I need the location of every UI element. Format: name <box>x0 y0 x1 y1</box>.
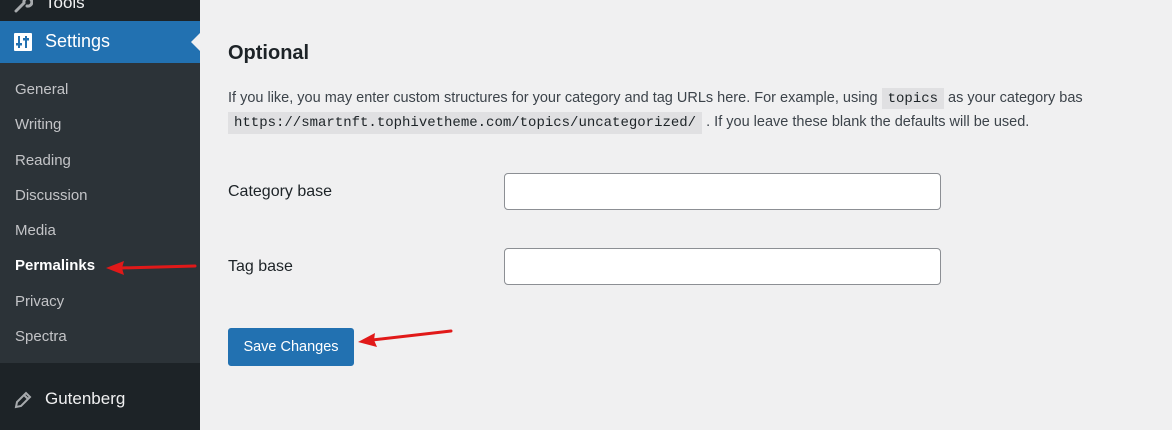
pencil-icon <box>13 390 33 410</box>
submenu-item-privacy[interactable]: Privacy <box>15 292 64 312</box>
menu-item-label: Settings <box>45 31 111 51</box>
submenu-item-writing[interactable]: Writing <box>15 115 61 135</box>
main-content: Optional If you like, you may enter cust… <box>200 0 1172 430</box>
menu-item-label: Gutenberg <box>45 389 126 408</box>
menu-item-tools[interactable]: Tools <box>0 0 200 20</box>
description-text-part: as your category bas <box>944 90 1083 106</box>
tag-base-label: Tag base <box>228 258 293 275</box>
description-text-part: If you like, you may enter custom struct… <box>228 90 882 106</box>
category-base-label: Category base <box>228 183 333 200</box>
menu-item-label: Tools <box>45 0 85 12</box>
current-menu-pointer <box>191 33 200 51</box>
menu-item-settings[interactable]: Settings <box>0 21 200 63</box>
settings-submenu: General Writing Reading Discussion Media… <box>0 63 200 363</box>
save-changes-button[interactable]: Save Changes <box>228 328 354 366</box>
example-code: topics <box>881 88 945 109</box>
description-text: If you like, you may enter custom struct… <box>228 88 1172 109</box>
settings-sliders-icon <box>13 32 33 52</box>
admin-sidebar: Tools Settings General Writing Reading D… <box>0 0 200 430</box>
submenu-item-discussion[interactable]: Discussion <box>15 186 88 206</box>
submenu-item-reading[interactable]: Reading <box>15 151 71 171</box>
wrench-icon <box>13 0 34 14</box>
section-title: Optional <box>228 42 310 64</box>
submenu-item-spectra[interactable]: Spectra <box>15 327 67 347</box>
submenu-item-media[interactable]: Media <box>15 221 56 241</box>
description-text-line2: https://smartnft.tophivetheme.com/topics… <box>228 112 1030 134</box>
submenu-item-general[interactable]: General <box>15 80 68 100</box>
description-text-part: . If you leave these blank the defaults … <box>706 114 1030 130</box>
menu-item-gutenberg[interactable]: Gutenberg <box>0 380 200 420</box>
submenu-item-permalinks[interactable]: Permalinks <box>15 256 95 276</box>
tag-base-input[interactable] <box>504 248 941 285</box>
category-base-input[interactable] <box>504 173 941 210</box>
example-url-code: https://smartnft.tophivetheme.com/topics… <box>228 112 703 134</box>
